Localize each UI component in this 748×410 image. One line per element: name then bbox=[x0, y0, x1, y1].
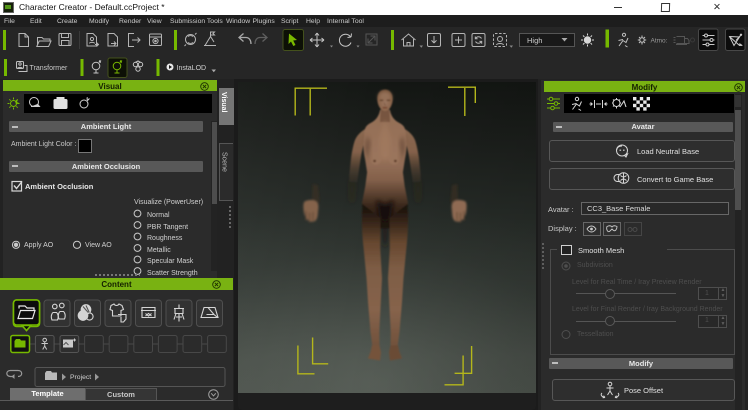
svg-text:Transformer: Transformer bbox=[30, 65, 69, 72]
svg-text:InstaLOD: InstaLOD bbox=[177, 65, 207, 72]
svg-text:High: High bbox=[527, 36, 542, 45]
svg-text:Atmo:: Atmo: bbox=[651, 38, 668, 45]
